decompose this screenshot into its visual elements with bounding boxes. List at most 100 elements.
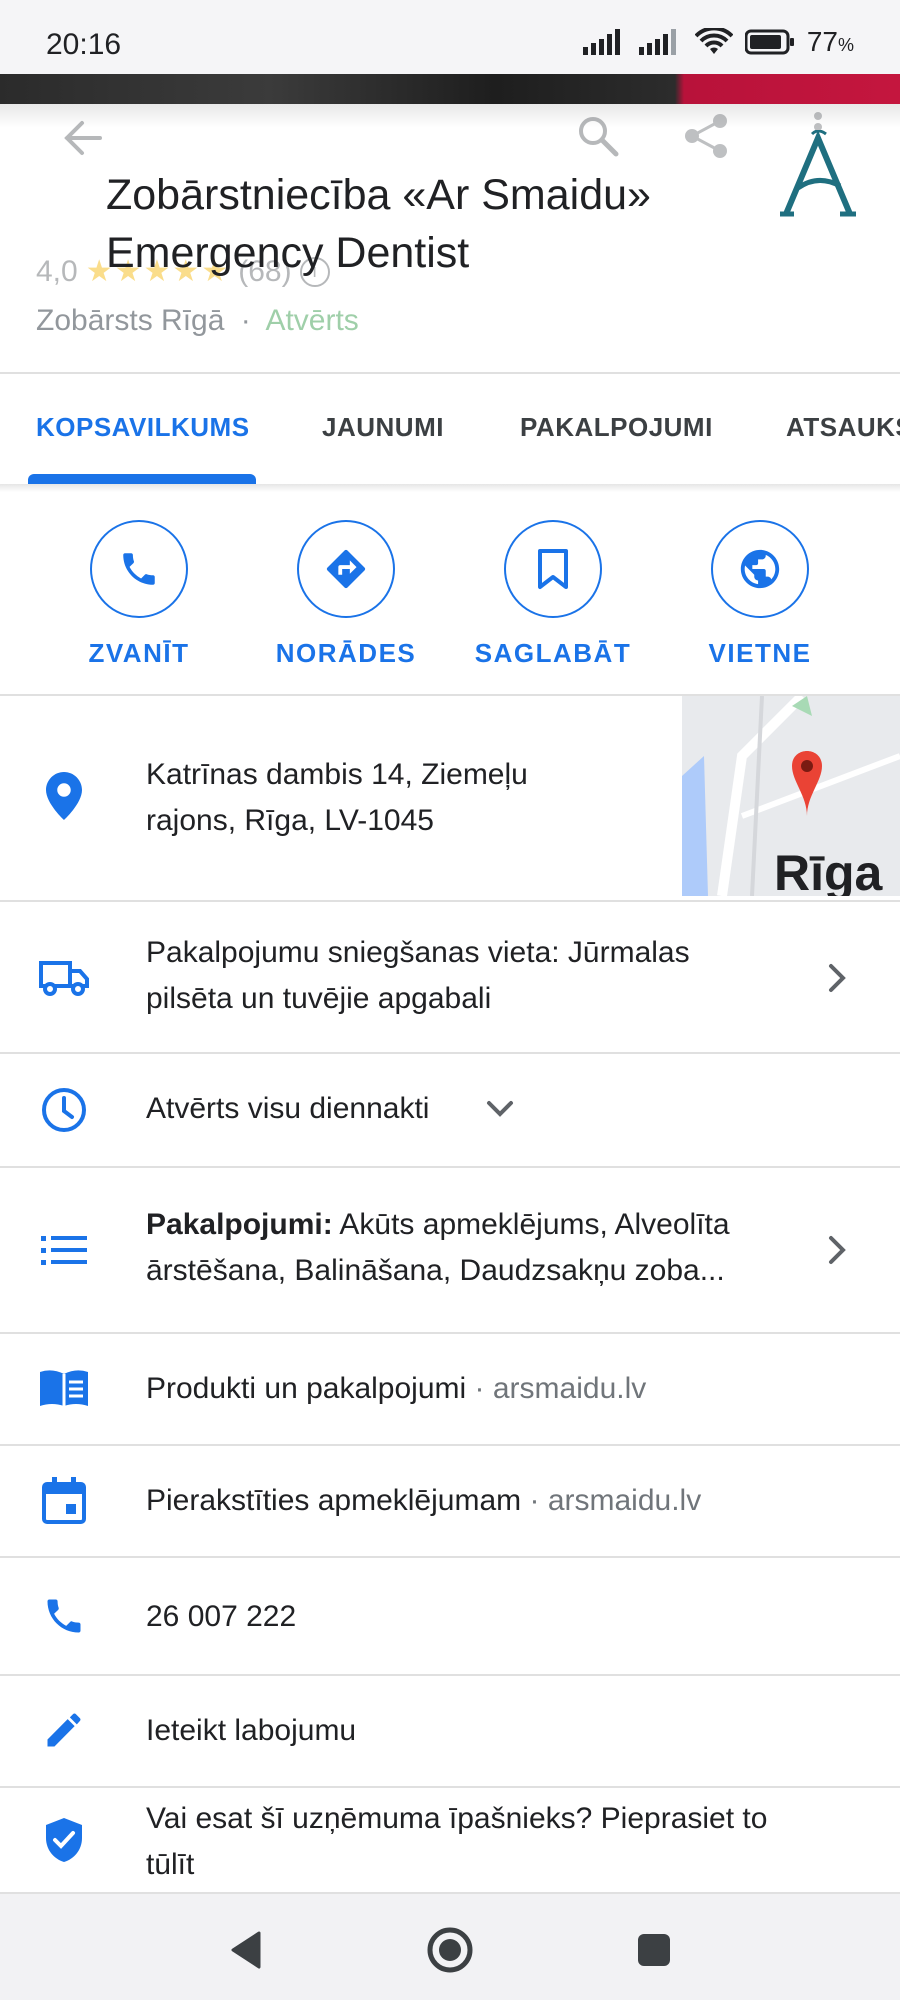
suggest-edit-text: Ieteikt labojumu xyxy=(146,1714,357,1747)
map-thumbnail[interactable]: Rīga xyxy=(682,696,900,896)
map-city-label: Rīga xyxy=(774,845,883,896)
website-button[interactable]: VIETNE xyxy=(670,520,850,669)
service-area-line-1: Pakalpojumu sniegšanas vieta: Jūrmalas xyxy=(146,936,690,969)
place-title: Zobārstniecība «Ar Smaidu» Emergency Den… xyxy=(106,171,651,277)
address-row[interactable]: Katrīnas dambis 14, Ziemeļu rajons, Rīga… xyxy=(0,694,900,900)
arrow-back-icon xyxy=(64,121,102,155)
search-icon xyxy=(579,117,619,157)
booking-text: Pierakstīties apmeklējumam · arsmaidu.lv xyxy=(146,1478,701,1524)
share-button[interactable] xyxy=(680,110,732,162)
logo-a-icon xyxy=(780,129,856,217)
status-time: 20:16 xyxy=(46,28,122,61)
header-shadow xyxy=(0,104,900,128)
products-row[interactable]: Produkti un pakalpojumi · arsmaidu.lv xyxy=(0,1332,900,1444)
signal-icon xyxy=(582,29,620,55)
call-button[interactable]: ZVANĪT xyxy=(49,520,229,669)
truck-icon xyxy=(38,952,90,1004)
location-pin-icon xyxy=(38,770,90,822)
service-area-text: Pakalpojumu sniegšanas vieta: Jūrmalas p… xyxy=(146,930,690,1022)
services-row[interactable]: Pakalpojumi: Akūts apmeklējums, Alveolīt… xyxy=(0,1166,900,1332)
chevron-right-icon xyxy=(829,964,846,992)
save-button[interactable]: SAGLABĀT xyxy=(463,520,643,669)
address-line-1: Katrīnas dambis 14, Ziemeļu xyxy=(146,758,528,791)
services-line-1: Akūts apmeklējums, Alveolīta xyxy=(332,1208,730,1241)
phone-icon xyxy=(38,1590,90,1642)
services-label: Pakalpojumi: xyxy=(146,1208,333,1241)
booking-label: Pierakstīties apmeklējumam xyxy=(146,1484,522,1517)
call-label: ZVANĪT xyxy=(88,638,190,668)
open-status: Atvērts xyxy=(265,304,359,337)
verified-shield-icon xyxy=(38,1814,90,1866)
chevron-right-icon xyxy=(829,1236,846,1264)
booking-row[interactable]: Pierakstīties apmeklējumam · arsmaidu.lv xyxy=(0,1444,900,1556)
status-bar: 20:16 77% xyxy=(0,0,900,74)
back-button[interactable] xyxy=(56,112,108,164)
booking-site: arsmaidu.lv xyxy=(547,1484,702,1517)
category-row: Zobārsts Rīgā · Atvērts xyxy=(36,304,359,338)
products-label: Produkti un pakalpojumi xyxy=(146,1372,467,1405)
products-text: Produkti un pakalpojumi · arsmaidu.lv xyxy=(146,1366,646,1412)
tabs-shadow xyxy=(0,484,900,492)
website-label: VIETNE xyxy=(708,638,812,668)
call-circle xyxy=(90,520,188,618)
save-circle xyxy=(504,520,602,618)
save-label: SAGLABĀT xyxy=(474,638,632,668)
calendar-icon xyxy=(38,1474,90,1526)
website-circle xyxy=(711,520,809,618)
tab-reviews[interactable]: ATSAUKS xyxy=(786,412,900,443)
claim-business-text: Vai esat šī uzņēmuma īpašnieks? Pieprasi… xyxy=(146,1796,767,1888)
claim-business-row[interactable]: Vai esat šī uzņēmuma īpašnieks? Pieprasi… xyxy=(0,1786,900,1892)
hours-text: Atvērts visu diennakti xyxy=(146,1092,430,1125)
address-text: Katrīnas dambis 14, Ziemeļu rajons, Rīga… xyxy=(146,752,528,844)
wifi-icon xyxy=(694,28,733,54)
search-button[interactable] xyxy=(572,110,624,162)
battery-percent: 77% xyxy=(806,26,854,57)
separator: · xyxy=(529,1484,540,1517)
suggest-edit-row[interactable]: Ieteikt labojumu xyxy=(0,1674,900,1786)
separator: · xyxy=(474,1372,485,1405)
battery-icon xyxy=(744,29,794,55)
nav-home-button[interactable] xyxy=(424,1924,476,1976)
bookmark-icon xyxy=(538,549,568,589)
menu-book-icon xyxy=(38,1362,90,1414)
hours-row[interactable]: Atvērts visu diennakti xyxy=(0,1052,900,1166)
nav-back-button[interactable] xyxy=(220,1924,272,1976)
services-text: Pakalpojumi: Akūts apmeklējums, Alveolīt… xyxy=(146,1202,730,1294)
tab-overview[interactable]: KOPSAVILKUMS xyxy=(36,412,250,443)
phone-number: 26 007 222 xyxy=(146,1600,297,1633)
rating-value: 4,0 xyxy=(36,254,78,288)
tab-indicator xyxy=(28,474,256,484)
tab-bar: KOPSAVILKUMS JAUNUMI PAKALPOJUMI ATSAUKS xyxy=(0,374,900,484)
header-photo[interactable] xyxy=(0,74,900,104)
clock-icon xyxy=(38,1084,90,1136)
nav-back-icon xyxy=(231,1931,261,1969)
claim-line-1: Vai esat šī uzņēmuma īpašnieks? Pieprasi… xyxy=(146,1802,768,1835)
directions-icon xyxy=(326,549,366,589)
system-navigation-bar xyxy=(0,1892,900,2000)
phone-icon xyxy=(123,553,155,585)
address-line-2: rajons, Rīga, LV-1045 xyxy=(146,804,434,837)
service-area-row[interactable]: Pakalpojumu sniegšanas vieta: Jūrmalas p… xyxy=(0,900,900,1052)
products-site: arsmaidu.lv xyxy=(492,1372,647,1405)
business-logo xyxy=(778,129,858,220)
chevron-down-icon[interactable] xyxy=(484,1098,516,1120)
globe-icon xyxy=(740,549,780,589)
nav-home-icon xyxy=(427,1927,473,1973)
share-icon xyxy=(685,114,727,158)
nav-recents-icon xyxy=(638,1934,670,1966)
nav-recents-button[interactable] xyxy=(628,1924,680,1976)
status-icons: 77% xyxy=(582,26,854,58)
tab-news[interactable]: JAUNUMI xyxy=(322,412,444,443)
claim-line-2: tūlīt xyxy=(146,1848,195,1881)
pencil-icon xyxy=(38,1704,90,1756)
category-label: Zobārsts Rīgā xyxy=(36,304,225,337)
directions-label: NORĀDES xyxy=(275,638,417,668)
services-line-2: ārstēšana, Balināšana, Daudzsakņu zoba..… xyxy=(146,1254,725,1287)
phone-row[interactable]: 26 007 222 xyxy=(0,1556,900,1674)
directions-button[interactable]: NORĀDES xyxy=(256,520,436,669)
separator: · xyxy=(240,304,251,337)
list-icon xyxy=(38,1224,90,1276)
directions-circle xyxy=(297,520,395,618)
tab-services[interactable]: PAKALPOJUMI xyxy=(520,412,713,443)
signal-icon xyxy=(638,29,676,55)
